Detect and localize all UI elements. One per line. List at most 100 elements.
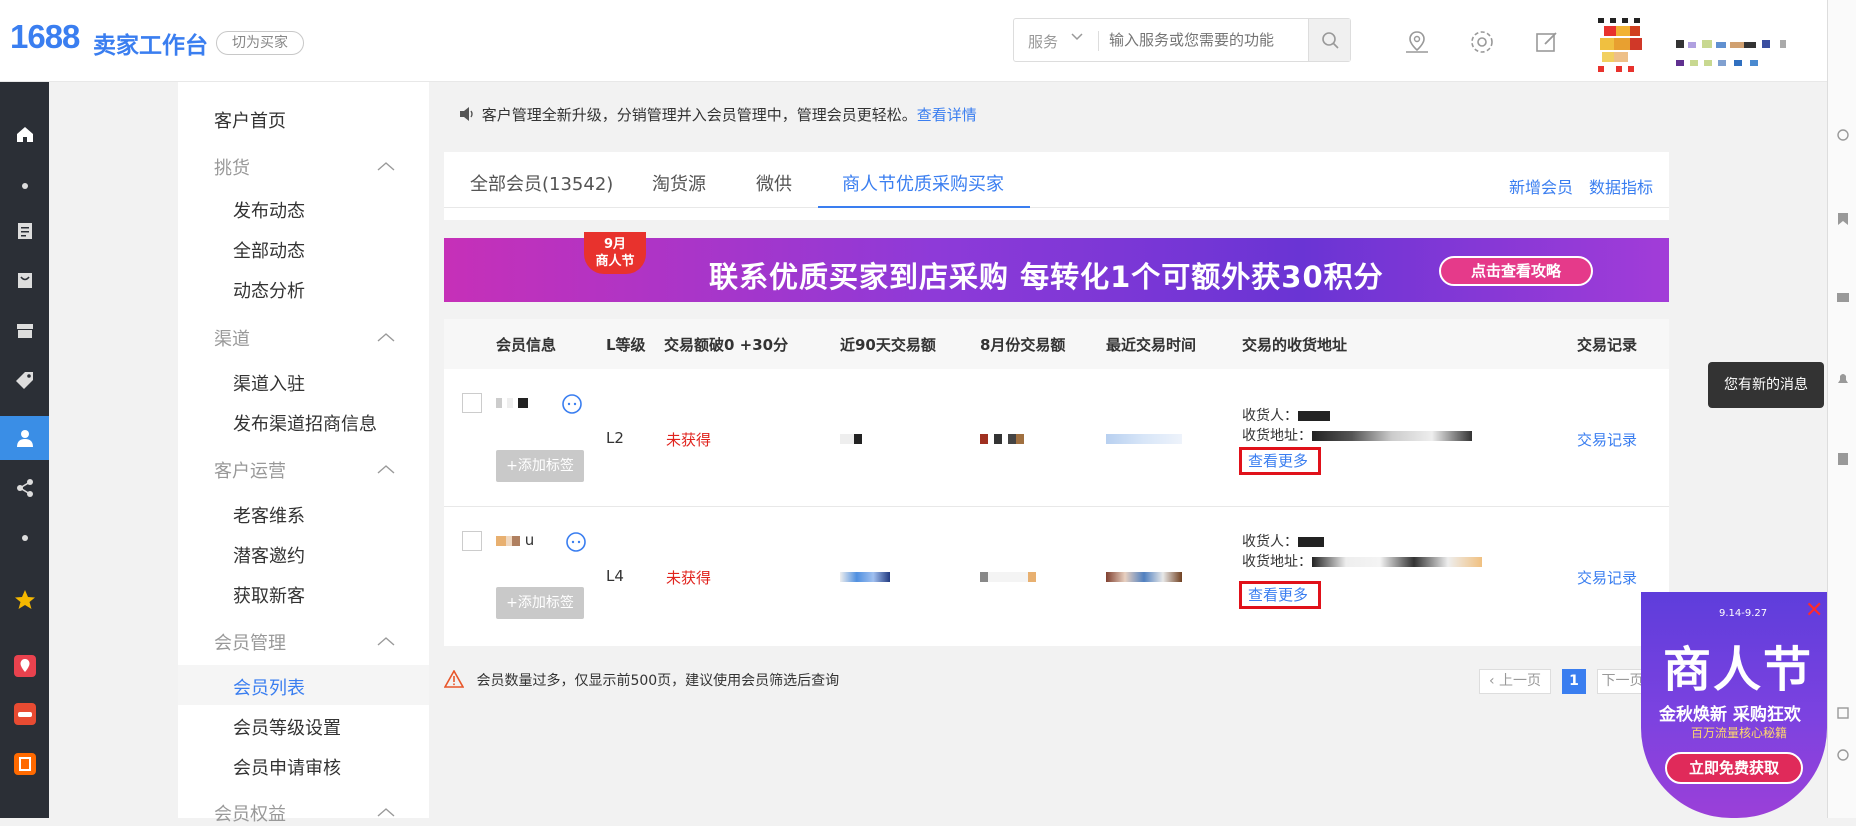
rail-app-1688[interactable] — [0, 692, 49, 736]
tool-icon[interactable] — [1836, 290, 1850, 304]
table-row: +添加标签 L2 未获得 收货人： 收货地址： 查看更多 交易记录 — [444, 369, 1669, 507]
data-metrics-link[interactable]: 数据指标 — [1589, 174, 1653, 198]
rail-orders[interactable] — [0, 208, 49, 252]
rail-app-location[interactable] — [0, 644, 49, 688]
new-message-toast[interactable]: 您有新的消息 — [1708, 362, 1824, 408]
chevron-up-icon[interactable] — [376, 331, 396, 343]
tool-icon[interactable] — [1836, 128, 1850, 142]
rail-app-cheng[interactable] — [0, 742, 49, 786]
nav-group-pick[interactable]: 挑货 — [214, 154, 250, 180]
row-checkbox[interactable] — [462, 393, 482, 413]
next-page-button[interactable]: 下一页 — [1597, 669, 1647, 694]
active-tab-indicator — [818, 206, 1030, 208]
promo-get-button[interactable]: 立即免费获取 — [1665, 752, 1803, 784]
search-input[interactable] — [1109, 28, 1299, 52]
add-member-link[interactable]: 新增会员 — [1509, 174, 1573, 198]
close-icon[interactable]: ✕ — [1805, 598, 1823, 623]
nav-item-channel-recruit[interactable]: 发布渠道招商信息 — [233, 410, 377, 436]
wangwang-chat-icon[interactable] — [561, 393, 583, 415]
tab-all-members[interactable]: 全部会员(13542) — [470, 170, 613, 196]
rail-home[interactable] — [0, 112, 49, 156]
rail-customers[interactable] — [0, 416, 49, 460]
logo-title[interactable]: 卖家工作台 — [93, 26, 208, 60]
rail-store[interactable] — [0, 308, 49, 352]
switch-to-buyer-button[interactable]: 切为买家 — [216, 31, 304, 55]
user-name-masked[interactable] — [1676, 34, 1816, 74]
rail-promotion[interactable] — [0, 358, 49, 402]
cheng-app-icon — [13, 753, 36, 775]
edit-icon[interactable] — [1533, 28, 1561, 56]
col-aug: 8月份交易额 — [980, 336, 1066, 354]
add-tag-button[interactable]: +添加标签 — [496, 450, 584, 482]
rail-dot-2[interactable] — [0, 516, 49, 560]
chevron-up-icon[interactable] — [376, 635, 396, 647]
rail-products[interactable] — [0, 258, 49, 302]
speaker-icon — [460, 107, 473, 121]
member-name-masked[interactable]: u — [496, 531, 534, 549]
notice-details-link[interactable]: 查看详情 — [917, 106, 977, 124]
nav-group-members[interactable]: 会员管理 — [214, 629, 286, 655]
nav-customer-home[interactable]: 客户首页 — [214, 107, 286, 133]
chevron-up-icon[interactable] — [376, 806, 396, 818]
wangwang-chat-icon[interactable] — [565, 531, 587, 553]
bell-icon[interactable] — [1836, 372, 1850, 386]
nav-group-channel[interactable]: 渠道 — [214, 325, 250, 351]
badge-month: 9月 — [603, 237, 627, 252]
search-icon — [1322, 32, 1339, 49]
rail-dot-1[interactable] — [0, 164, 49, 208]
rail-favorites[interactable] — [0, 578, 49, 622]
chevron-up-icon[interactable] — [376, 463, 396, 475]
nav-item-all-posts[interactable]: 全部动态 — [233, 237, 305, 263]
nav-item-invite[interactable]: 潜客邀约 — [233, 542, 305, 568]
address-line: 收货地址： — [1242, 551, 1482, 571]
trade-record-link[interactable]: 交易记录 — [1577, 429, 1637, 450]
member-name-masked[interactable] — [496, 393, 528, 411]
tag-icon — [15, 372, 33, 389]
view-more-link[interactable]: 查看更多 — [1239, 581, 1321, 609]
row-checkbox[interactable] — [462, 531, 482, 551]
add-tag-button[interactable]: +添加标签 — [496, 587, 584, 619]
gear-icon[interactable] — [1468, 28, 1496, 56]
nav-item-publish-post[interactable]: 发布动态 — [233, 197, 305, 223]
search-button[interactable] — [1308, 19, 1350, 61]
tab-taohuoyuan[interactable]: 淘货源 — [652, 170, 706, 196]
trade-record-link[interactable]: 交易记录 — [1577, 567, 1637, 588]
tab-weigong[interactable]: 微供 — [756, 170, 792, 196]
tool-icon[interactable] — [1836, 748, 1850, 762]
bookmark-icon[interactable] — [1836, 212, 1850, 226]
banner-guide-button[interactable]: 点击查看攻略 — [1439, 256, 1593, 286]
amount-aug-masked — [980, 567, 1036, 585]
store-icon — [16, 324, 33, 338]
nav-group-operations[interactable]: 客户运营 — [214, 457, 286, 483]
member-level: L2 — [606, 429, 624, 447]
chevron-up-icon[interactable] — [376, 160, 396, 172]
view-more-link[interactable]: 查看更多 — [1239, 447, 1321, 475]
festival-promo-popup[interactable]: ✕ 9.14-9.27 商人节 金秋焕新 采购狂欢 百万流量核心秘籍 立即免费获… — [1641, 592, 1827, 818]
map-pin-icon[interactable] — [1403, 28, 1431, 56]
col-address: 交易的收货地址 — [1242, 336, 1348, 354]
nav-item-post-analysis[interactable]: 动态分析 — [233, 277, 305, 303]
amount-90day-masked — [840, 429, 862, 447]
nav-item-acquire[interactable]: 获取新客 — [233, 582, 305, 608]
logo[interactable]: 1688 — [10, 18, 80, 56]
nav-item-member-levels[interactable]: 会员等级设置 — [233, 714, 341, 740]
tool-icon[interactable] — [1836, 452, 1850, 466]
tab-festival-buyers[interactable]: 商人节优质采购买家 — [842, 170, 1004, 196]
avatar[interactable] — [1594, 18, 1654, 74]
nav-item-channel-join[interactable]: 渠道入驻 — [233, 370, 305, 396]
nav-item-member-review[interactable]: 会员申请审核 — [233, 754, 341, 780]
top-bar: 1688 卖家工作台 切为买家 服务 — [0, 0, 1856, 82]
nav-item-retain[interactable]: 老客维系 — [233, 502, 305, 528]
tool-icon[interactable] — [1836, 706, 1850, 720]
address-label: 收货地址： — [1242, 428, 1312, 444]
rail-distribution[interactable] — [0, 466, 49, 510]
col-last-trade: 最近交易时间 — [1106, 336, 1197, 354]
search-scope-select[interactable]: 服务 — [1028, 31, 1058, 52]
promo-line1: 金秋焕新 采购狂欢 — [1659, 705, 1801, 725]
nav-item-member-list[interactable]: 会员列表 — [233, 674, 305, 700]
festival-banner[interactable]: 9月 商人节 联系优质买家到店采购 每转化1个可额外获30积分 点击查看攻略 — [444, 232, 1669, 302]
page-number-current[interactable]: 1 — [1562, 669, 1586, 694]
nav-group-benefits[interactable]: 会员权益 — [214, 800, 286, 826]
prev-page-button[interactable]: ‹ 上一页 — [1479, 669, 1551, 694]
chevron-down-icon[interactable] — [1070, 29, 1084, 47]
